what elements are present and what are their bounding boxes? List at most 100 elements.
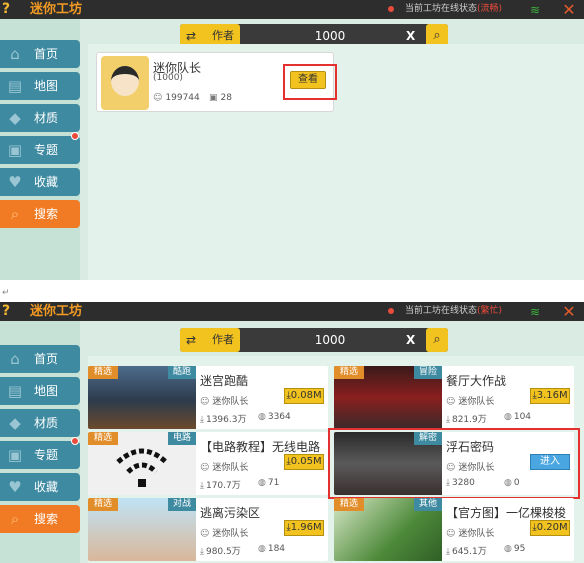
sidebar-item-home[interactable]: ⌂ 首页 <box>0 40 80 68</box>
author-search-panel: ? 迷你工坊 当前工坊在线状态(流畅) ≋ ✕ ⌂ 首页 ▤ 地图 ◆ 材质 ▣… <box>0 0 584 280</box>
sidebar: ⌂ 首页 ▤ 地图 ◆ 材质 ▣ 专题 ♥ 收藏 ⌕ 搜索 <box>0 321 80 563</box>
download-count-icon: ⤓ <box>200 547 204 557</box>
sidebar-item-label: 材质 <box>34 111 59 125</box>
sidebar-item-texture[interactable]: ◆ 材质 <box>0 104 80 132</box>
status-dot-icon <box>388 6 394 12</box>
gamepad-icon: ◍ <box>504 544 512 554</box>
map-title: 迷宫跑酷 <box>200 374 249 388</box>
help-icon[interactable]: ? <box>2 0 10 19</box>
download-button[interactable]: ⤓0.08M <box>284 388 324 404</box>
featured-badge: 精选 <box>88 498 119 511</box>
works-count: ▣ 28 <box>209 93 232 103</box>
switch-icon: ⇄ <box>186 333 197 347</box>
gamepad-icon: ◍ <box>258 544 266 554</box>
map-icon: ▤ <box>7 77 23 95</box>
featured-badge: 精选 <box>88 432 119 445</box>
sidebar: ⌂ 首页 ▤ 地图 ◆ 材质 ▣ 专题 ♥ 收藏 ⌕ 搜索 <box>0 19 80 280</box>
download-button[interactable]: ⤓1.96M <box>284 520 324 536</box>
category-badge: 酷跑 <box>167 366 196 379</box>
creator-icon: ☺ <box>200 529 210 539</box>
search-input[interactable]: 1000 <box>280 328 380 352</box>
home-icon: ⌂ <box>10 350 20 368</box>
search-button[interactable]: ⌕ <box>426 328 448 352</box>
download-button[interactable]: ⤓0.20M <box>530 520 570 536</box>
wifi-icon: ≋ <box>529 305 540 319</box>
highlight-box <box>283 64 337 100</box>
creator-icon: ☺ <box>446 397 456 407</box>
sidebar-item-home[interactable]: ⌂ 首页 <box>0 345 80 373</box>
featured-badge: 精选 <box>88 366 119 379</box>
map-card[interactable]: 精选 对战 逃离污染区 ☺ 迷你队长 ⤓1.96M ⤓ 980.5万 ◍ 184 <box>88 498 328 561</box>
map-icon: ▤ <box>7 382 23 400</box>
category-badge: 电路 <box>167 432 196 445</box>
sidebar-item-label: 收藏 <box>34 480 59 494</box>
map-card[interactable]: 精选 电路 【电路教程】无线电路 ☺ 迷你队长 ⤓0.05M ⤓ 170.7万 ◍ 7… <box>88 432 328 495</box>
sidebar-item-label: 专题 <box>34 448 59 462</box>
favorite-icon: ♥ <box>8 173 22 191</box>
gamepad-icon: ◍ <box>258 412 266 422</box>
category-badge: 对战 <box>167 498 196 511</box>
home-icon: ⌂ <box>10 45 20 63</box>
app-title: 迷你工坊 <box>30 2 83 17</box>
map-author: ☺ 迷你队长 <box>200 529 249 539</box>
clear-icon[interactable]: X <box>406 328 415 352</box>
map-card[interactable]: 精选 其他 【官方图】一亿棵梭梭 ☺ 迷你队长 ⤓0.20M ⤓ 645.1万 ◍ 9… <box>334 498 574 561</box>
map-card[interactable]: 精选 冒险 餐厅大作战 ☺ 迷你队长 ⤓3.16M ⤓ 821.9万 ◍ 104 <box>334 366 574 429</box>
sidebar-item-favorite[interactable]: ♥ 收藏 <box>0 168 80 196</box>
download-button[interactable]: ⤓3.16M <box>530 388 570 404</box>
highlight-box <box>328 428 580 499</box>
texture-icon: ◆ <box>9 109 21 127</box>
sidebar-item-label: 地图 <box>34 384 59 398</box>
sidebar-item-label: 专题 <box>34 143 59 157</box>
status-dot-icon <box>388 308 394 314</box>
paragraph-mark: ↵ <box>2 288 10 298</box>
download-count: ⤓ 170.7万 <box>200 481 241 491</box>
creator-icon: ☺ <box>446 529 456 539</box>
close-icon[interactable]: ✕ <box>560 302 578 321</box>
map-title: 【电路教程】无线电路 <box>200 440 321 454</box>
sidebar-item-texture[interactable]: ◆ 材质 <box>0 409 80 437</box>
map-author: ☺ 迷你队长 <box>446 397 495 407</box>
creator-icon: ☺ <box>200 397 210 407</box>
sidebar-item-topic[interactable]: ▣ 专题 <box>0 441 80 469</box>
sidebar-item-search[interactable]: ⌕ 搜索 <box>0 200 80 228</box>
map-author: ☺ 迷你队长 <box>446 529 495 539</box>
notification-dot <box>71 437 79 445</box>
download-button[interactable]: ⤓0.05M <box>284 454 324 470</box>
sidebar-item-map[interactable]: ▤ 地图 <box>0 72 80 100</box>
sidebar-item-search[interactable]: ⌕ 搜索 <box>0 505 80 533</box>
favorite-icon: ♥ <box>8 478 22 496</box>
map-title: 【官方图】一亿棵梭梭 <box>446 506 567 520</box>
sidebar-item-label: 收藏 <box>34 175 59 189</box>
sidebar-item-favorite[interactable]: ♥ 收藏 <box>0 473 80 501</box>
notification-dot <box>71 132 79 140</box>
title-bar: ? 迷你工坊 当前工坊在线状态(流畅) ≋ ✕ <box>0 0 584 19</box>
download-count-icon: ⤓ <box>446 547 450 557</box>
topic-icon: ▣ <box>7 141 23 159</box>
sidebar-item-map[interactable]: ▤ 地图 <box>0 377 80 405</box>
map-author: ☺ 迷你队长 <box>200 397 249 407</box>
online-status: 当前工坊在线状态(流畅) <box>404 4 502 14</box>
download-count: ⤓ 821.9万 <box>446 415 487 425</box>
app-title: 迷你工坊 <box>30 304 83 319</box>
sidebar-item-topic[interactable]: ▣ 专题 <box>0 136 80 164</box>
search-filter-button[interactable]: ⇄ 作者 <box>180 328 240 352</box>
featured-badge: 精选 <box>334 366 365 379</box>
help-icon[interactable]: ? <box>2 302 10 321</box>
map-card[interactable]: 精选 酷跑 迷宫跑酷 ☺ 迷你队长 ⤓0.08M ⤓ 1396.3万 ◍ 3364 <box>88 366 328 429</box>
download-count-icon: ⤓ <box>200 481 204 491</box>
map-results-panel: ? 迷你工坊 当前工坊在线状态(繁忙) ≋ ✕ ⌂ 首页 ▤ 地图 ◆ 材质 ▣… <box>0 302 584 563</box>
wifi-icon: ≋ <box>529 3 540 17</box>
play-count: ◍ 95 <box>504 544 526 554</box>
gamepad-icon: ◍ <box>504 412 512 422</box>
texture-icon: ◆ <box>9 414 21 432</box>
sidebar-item-label: 首页 <box>34 47 59 61</box>
online-status: 当前工坊在线状态(繁忙) <box>404 306 502 316</box>
map-title: 逃离污染区 <box>200 506 261 520</box>
gamepad-icon: ◍ <box>258 478 266 488</box>
map-author: ☺ 迷你队长 <box>200 463 249 473</box>
sidebar-item-label: 搜索 <box>34 207 59 221</box>
close-icon[interactable]: ✕ <box>560 0 578 19</box>
category-badge: 冒险 <box>413 366 442 379</box>
avatar <box>101 56 149 110</box>
